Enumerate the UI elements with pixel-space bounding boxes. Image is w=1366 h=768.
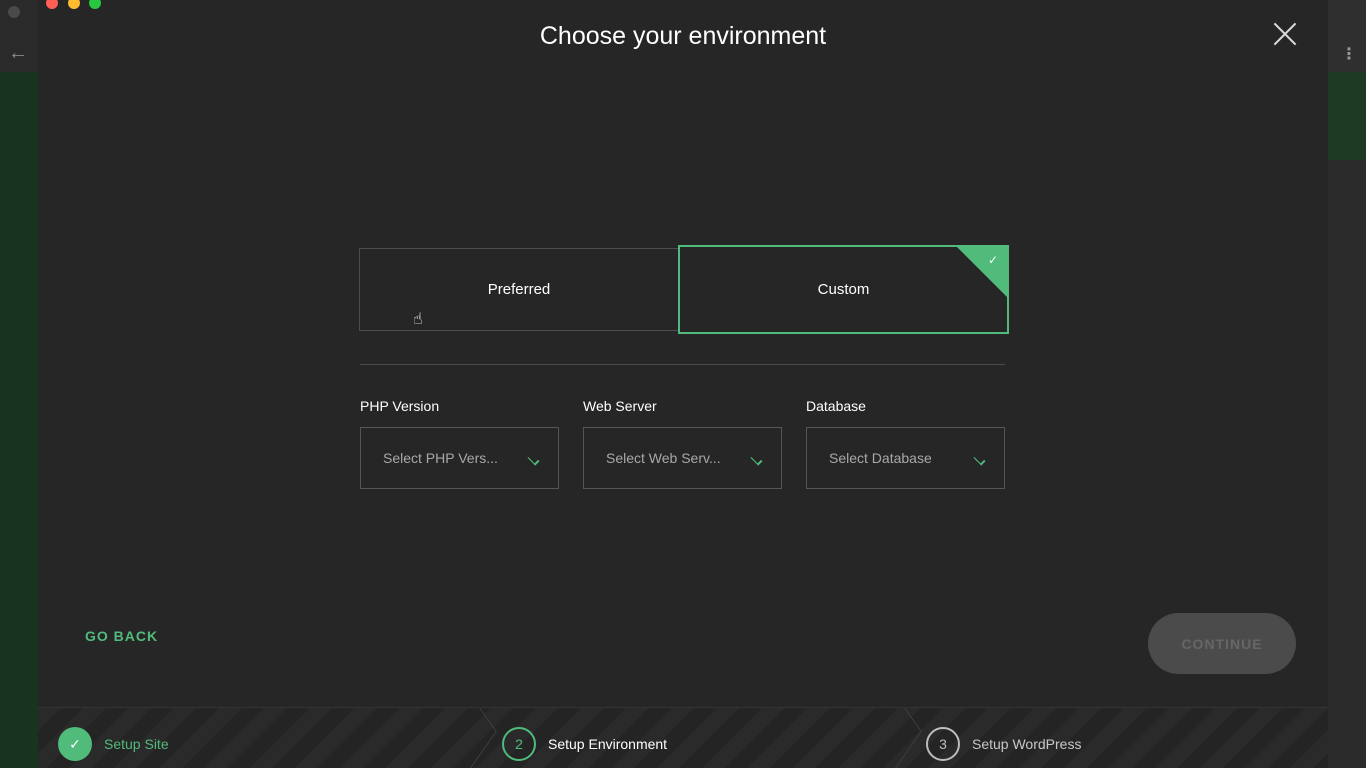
checkmark-icon: ✓ [987, 253, 998, 267]
environment-option-label: Custom [817, 281, 870, 298]
php-version-placeholder: Select PHP Vers... [383, 450, 498, 466]
window-button-gray [8, 6, 20, 18]
step-number: 3 [926, 727, 960, 761]
window-minimize-dot[interactable] [68, 0, 80, 9]
setup-steps-bar: ✓ Setup Site 2 Setup Environment 3 Setup… [38, 707, 1328, 768]
step-setup-site: ✓ Setup Site [58, 727, 169, 761]
background-window-right [1328, 0, 1366, 768]
window-zoom-dot[interactable] [89, 0, 101, 9]
continue-button[interactable]: CONTINUE [1148, 613, 1296, 674]
close-icon[interactable] [1272, 21, 1298, 47]
php-version-label: PHP Version [360, 398, 440, 414]
continue-label: CONTINUE [1181, 635, 1263, 652]
environment-option-custom[interactable]: Custom ✓ [678, 245, 1009, 334]
database-placeholder: Select Database [829, 450, 932, 466]
go-back-button[interactable]: GO BACK [85, 628, 158, 644]
step-label: Setup Site [104, 736, 169, 752]
divider [360, 364, 1005, 365]
background-window-left: ← [0, 0, 38, 768]
php-version-select[interactable]: Select PHP Vers... [360, 427, 559, 489]
choose-environment-modal: Choose your environment Preferred Custom… [38, 0, 1328, 768]
checkmark-icon: ✓ [58, 727, 92, 761]
chevron-down-icon [528, 454, 538, 464]
step-setup-wordpress: 3 Setup WordPress [926, 727, 1081, 761]
step-label: Setup WordPress [972, 736, 1082, 752]
step-number: 2 [502, 727, 536, 761]
chevron-down-icon [974, 454, 984, 464]
more-options-icon: ⋮ [1341, 46, 1357, 63]
database-label: Database [806, 398, 866, 414]
pointer-cursor-icon: ☝ [413, 311, 423, 328]
step-setup-environment: 2 Setup Environment [502, 727, 667, 761]
web-server-label: Web Server [583, 398, 657, 414]
web-server-placeholder: Select Web Serv... [606, 450, 721, 466]
window-close-dot[interactable] [46, 0, 58, 9]
modal-title: Choose your environment [539, 22, 827, 50]
web-server-select[interactable]: Select Web Serv... [583, 427, 782, 489]
environment-option-label: Preferred [487, 281, 551, 298]
chevron-down-icon [751, 454, 761, 464]
environment-option-preferred[interactable]: Preferred [359, 248, 679, 331]
selected-corner-badge [956, 246, 1008, 298]
database-select[interactable]: Select Database [806, 427, 1005, 489]
background-content-right [1328, 72, 1366, 160]
back-arrow-icon: ← [8, 42, 28, 64]
step-label: Setup Environment [548, 736, 668, 752]
background-content [0, 72, 38, 768]
